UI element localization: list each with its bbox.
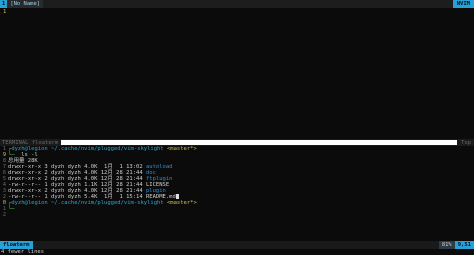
floaterm-titlebar: TERMINAL floaterm Top bbox=[0, 139, 474, 146]
prompt-branch: <master*> bbox=[163, 200, 197, 206]
prompt-branch: <master*> bbox=[163, 146, 197, 152]
terminal-line: 0 ┌ dyzh@legion ~/.cache/nvim/plugged/vi… bbox=[0, 200, 197, 206]
prompt-path: ~/.cache/nvim/plugged/vim-skylight bbox=[47, 200, 164, 206]
cursor-position: 9,51 bbox=[454, 241, 474, 249]
terminal-line: 2 bbox=[0, 212, 8, 218]
tab-number[interactable]: 1 bbox=[0, 0, 8, 8]
terminal-window[interactable]: 1 ┌ dyzh@legion ~/.cache/nvim/plugged/vi… bbox=[0, 146, 474, 241]
prompt-path: ~/.cache/nvim/plugged/vim-skylight bbox=[47, 146, 164, 152]
floaterm-title: TERMINAL floaterm bbox=[2, 139, 59, 146]
floaterm-position: Top bbox=[461, 139, 471, 146]
scroll-percent: 81% bbox=[438, 241, 455, 249]
tab-no-name[interactable]: [No Name] bbox=[7, 0, 44, 8]
floaterm-title-fill bbox=[61, 140, 458, 145]
buffer-name: floaterm bbox=[0, 241, 33, 249]
tabline-fill bbox=[43, 0, 453, 8]
command-text[interactable] bbox=[15, 206, 22, 212]
tabline: 1 [No Name] NVIM bbox=[0, 0, 474, 8]
editor-line-number: 1 bbox=[3, 9, 7, 15]
statusline: floaterm 81% 9,51 bbox=[0, 241, 474, 249]
line-number: 2 bbox=[2, 212, 6, 218]
text-cursor bbox=[175, 194, 179, 199]
command-line-message: 4 fewer lines bbox=[1, 249, 45, 255]
prompt-arrow-icon: └─ bbox=[8, 206, 15, 212]
editor-window[interactable]: 1 bbox=[0, 8, 474, 139]
statusline-fill bbox=[33, 241, 439, 249]
mode-badge: NVIM bbox=[452, 0, 474, 8]
